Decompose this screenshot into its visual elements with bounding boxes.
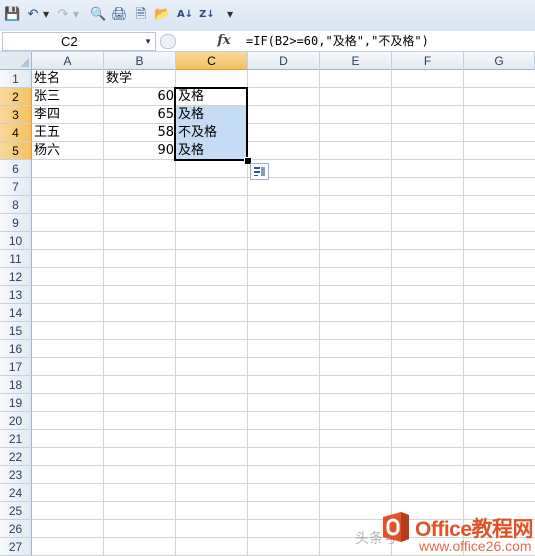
quick-access-toolbar: 💾 ↶ ▼ ↷ ▼ 🔍 🖨 🗎 📂 A↓ Z↓ ▼ [0,0,535,32]
row-header-26[interactable]: 26 [0,520,32,538]
print-preview-icon[interactable]: 🔍 [90,7,106,23]
cell-b2[interactable]: 60 [104,88,176,106]
sort-descending-icon[interactable]: Z↓ [199,7,215,23]
name-box[interactable]: C2 ▼ [2,32,156,51]
cell-a3[interactable]: 李四 [32,106,104,124]
open-icon[interactable]: 📂 [154,7,170,23]
undo-icon[interactable]: ↶ [25,7,41,23]
select-all-button[interactable] [0,52,32,70]
row-header-6[interactable]: 6 [0,160,32,178]
row-header-15[interactable]: 15 [0,322,32,340]
cell-a2[interactable]: 张三 [32,88,104,106]
column-header-f[interactable]: F [392,52,464,70]
column-header-d[interactable]: D [248,52,320,70]
row-header-7[interactable]: 7 [0,178,32,196]
redo-dropdown-icon: ▼ [73,10,80,19]
row-header-19[interactable]: 19 [0,394,32,412]
cell-b3[interactable]: 65 [104,106,176,124]
row-header-23[interactable]: 23 [0,466,32,484]
cell-a1[interactable]: 姓名 [32,70,104,88]
watermark: 头条号 Office教程网 www.office26.com [355,508,535,556]
customize-toolbar-icon[interactable]: ▼ [227,7,233,23]
row-header-18[interactable]: 18 [0,376,32,394]
row-header-2[interactable]: 2 [0,88,32,106]
sort-ascending-icon[interactable]: A↓ [177,7,193,23]
row-header-16[interactable]: 16 [0,340,32,358]
save-icon[interactable]: 💾 [4,7,20,23]
cell-b5[interactable]: 90 [104,142,176,160]
row-header-12[interactable]: 12 [0,268,32,286]
row-header-21[interactable]: 21 [0,430,32,448]
row-header-1[interactable]: 1 [0,70,32,88]
row-header-20[interactable]: 20 [0,412,32,430]
cell-b1[interactable]: 数学 [104,70,176,88]
row-header-8[interactable]: 8 [0,196,32,214]
row-header-24[interactable]: 24 [0,484,32,502]
row-header-5[interactable]: 5 [0,142,32,160]
row-header-25[interactable]: 25 [0,502,32,520]
row-header-17[interactable]: 17 [0,358,32,376]
formula-input[interactable]: =IF(B2>=60,"及格","不及格") [246,31,429,51]
row-header-22[interactable]: 22 [0,448,32,466]
undo-dropdown-icon[interactable]: ▼ [43,7,49,23]
column-header-c[interactable]: C [176,52,248,70]
row-header-10[interactable]: 10 [0,232,32,250]
row-header-9[interactable]: 9 [0,214,32,232]
column-header-a[interactable]: A [32,52,104,70]
name-box-value: C2 [61,34,78,49]
watermark-url: www.office26.com [419,538,532,554]
row-header-27[interactable]: 27 [0,538,32,556]
new-icon[interactable]: 🗎 [133,7,149,23]
column-header-g[interactable]: G [464,52,535,70]
column-header-e[interactable]: E [320,52,392,70]
column-header-b[interactable]: B [104,52,176,70]
row-header-3[interactable]: 3 [0,106,32,124]
cell-b4[interactable]: 58 [104,124,176,142]
office-logo-icon [383,512,409,542]
formula-bar-resize-handle[interactable] [160,34,176,49]
cell-a4[interactable]: 王五 [32,124,104,142]
print-icon[interactable]: 🖨 [111,7,128,23]
cell-a5[interactable]: 杨六 [32,142,104,160]
row-header-13[interactable]: 13 [0,286,32,304]
selection-border [174,87,248,161]
redo-icon: ↷ [57,7,69,22]
row-header-14[interactable]: 14 [0,304,32,322]
formula-bar: C2 ▼ fx =IF(B2>=60,"及格","不及格") [0,31,535,52]
name-box-dropdown-icon[interactable]: ▼ [144,33,152,50]
row-header-11[interactable]: 11 [0,250,32,268]
row-header-4[interactable]: 4 [0,124,32,142]
auto-fill-options-button[interactable] [250,163,269,180]
insert-function-button[interactable]: fx [214,31,234,51]
